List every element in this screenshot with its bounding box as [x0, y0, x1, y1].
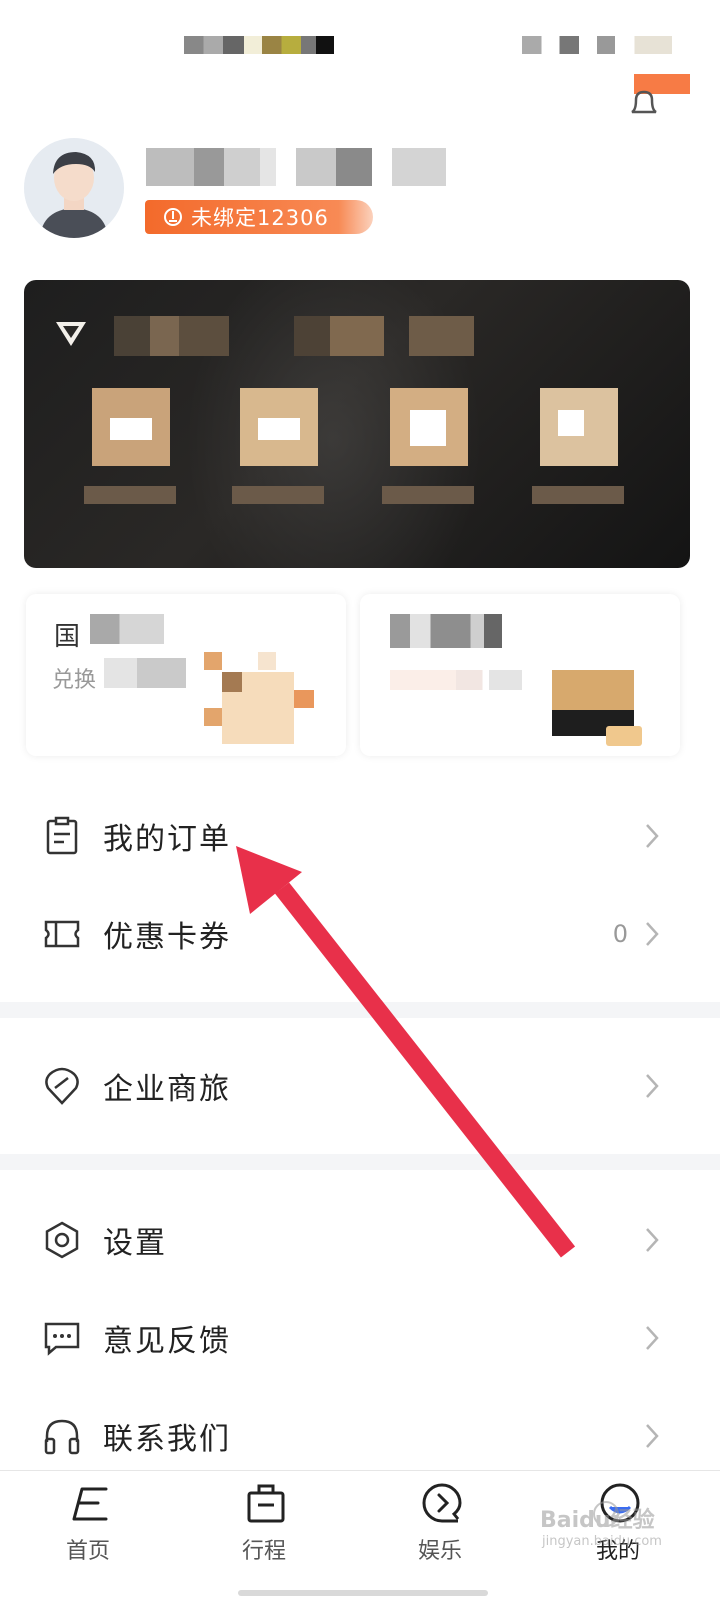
menu-label-business-travel: 企业商旅: [103, 1072, 231, 1107]
status-bar-blurred-time: [184, 36, 334, 54]
diamond-logo-icon: [56, 322, 86, 346]
settings-gear-icon: [45, 1221, 79, 1259]
member-card[interactable]: [24, 280, 690, 568]
bell-icon[interactable]: [626, 88, 662, 118]
gift-illustration: [204, 652, 316, 746]
menu-label-my-orders: 我的订单: [103, 822, 231, 857]
section-divider: [0, 1002, 720, 1018]
baidu-jingyan-watermark: Baidu经验 jingyan.baidu.com: [536, 1500, 706, 1560]
member-benefit-3[interactable]: [382, 388, 474, 504]
promo-left-subtitle: 兑换: [52, 668, 97, 693]
avatar[interactable]: [24, 138, 124, 238]
menu-label-settings: 设置: [103, 1226, 167, 1261]
order-list-icon: [46, 816, 78, 855]
tab-trips[interactable]: 行程: [204, 1471, 324, 1571]
promo-card-left[interactable]: 国 兑换: [26, 594, 346, 756]
menu-item-my-orders[interactable]: 我的订单: [0, 788, 720, 884]
chevron-right-icon: [646, 1074, 659, 1098]
menu-item-settings[interactable]: 设置: [0, 1192, 720, 1288]
chevron-right-icon: [646, 1424, 659, 1448]
chevron-right-icon: [646, 1228, 659, 1252]
section-divider: [0, 1154, 720, 1170]
user-avatar-icon: [24, 138, 124, 238]
status-bar-blurred-icons: [522, 36, 672, 54]
member-benefit-4[interactable]: [532, 388, 624, 504]
member-card-title-blurred: [114, 316, 474, 356]
promo-left-title-blurred: [90, 614, 164, 644]
watermark-url: jingyan.baidu.com: [542, 1534, 662, 1549]
menu-item-coupons[interactable]: 优惠卡券 0: [0, 886, 720, 982]
home-indicator: [238, 1590, 488, 1596]
promo-left-subtitle-blurred: [104, 658, 186, 688]
play-circle-icon: [422, 1483, 462, 1523]
coupon-count: 0: [612, 920, 628, 948]
tab-entertainment-label: 娱乐: [417, 1539, 462, 1564]
chevron-right-icon: [646, 824, 659, 848]
luggage-icon: [247, 1484, 285, 1523]
menu-item-business-travel[interactable]: 企业商旅: [0, 1038, 720, 1134]
feedback-chat-icon: [44, 1322, 80, 1356]
bind-12306-label: 未绑定12306: [191, 206, 329, 230]
tab-home[interactable]: 首页: [28, 1471, 148, 1571]
ticket-icon: [44, 920, 80, 948]
tab-trips-label: 行程: [241, 1539, 286, 1564]
member-benefit-2[interactable]: [232, 388, 324, 504]
member-benefit-1[interactable]: [84, 388, 176, 504]
bind-12306-badge[interactable]: 未绑定12306: [145, 200, 373, 234]
promo-right-title-blurred: [390, 614, 502, 648]
card-illustration: [552, 670, 646, 750]
chevron-right-icon: [646, 1326, 659, 1350]
railway-logo-icon: [164, 208, 182, 226]
headphones-icon: [44, 1419, 80, 1455]
tab-entertainment[interactable]: 娱乐: [380, 1471, 500, 1571]
status-bar: [0, 0, 720, 90]
menu-item-feedback[interactable]: 意见反馈: [0, 1290, 720, 1386]
chevron-right-icon: [646, 922, 659, 946]
menu-label-contact-us: 联系我们: [103, 1422, 231, 1457]
username-blurred: [146, 148, 446, 186]
business-travel-icon: [45, 1067, 79, 1105]
promo-card-right[interactable]: [360, 594, 680, 756]
home-tab-icon: [72, 1487, 108, 1521]
menu-label-coupons: 优惠卡券: [103, 920, 231, 955]
watermark-text: Baidu经验: [540, 1508, 655, 1533]
promo-left-title: 国: [54, 622, 81, 652]
tab-home-label: 首页: [65, 1539, 110, 1564]
promo-right-subtitle-blurred: [390, 670, 522, 690]
menu-label-feedback: 意见反馈: [103, 1324, 231, 1359]
